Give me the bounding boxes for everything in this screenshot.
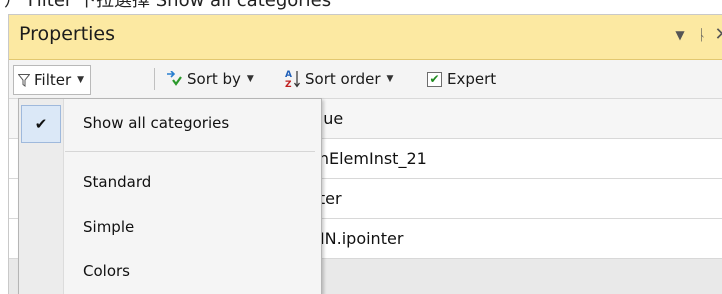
menu-item-label: Colors: [83, 262, 130, 280]
expert-checkbox[interactable]: ✔: [427, 71, 442, 87]
expert-label: Expert: [447, 70, 497, 88]
chevron-down-icon: ▼: [77, 75, 85, 85]
panel-titlebar: Properties ▼ ᚿ ✕: [9, 15, 722, 60]
close-icon[interactable]: ✕: [713, 25, 722, 45]
property-value: enElemInst_21: [309, 149, 427, 168]
menu-item-standard[interactable]: Standard: [19, 162, 321, 202]
filter-dropdown-menu: ✔ Show all categories Standard Simple Co…: [18, 98, 322, 294]
svg-text:A: A: [285, 70, 292, 80]
menu-divider: [65, 151, 315, 152]
filter-label: Filter: [34, 71, 72, 89]
pin-icon[interactable]: ᚿ: [693, 25, 711, 45]
filter-icon: [18, 73, 30, 87]
menu-item-label: Show all categories: [83, 114, 230, 132]
panel-menu-dropdown-icon[interactable]: ▼: [671, 25, 689, 45]
menu-item-label: Standard: [83, 173, 152, 191]
toolbar-separator: [154, 68, 155, 90]
property-value: AIN.ipointer: [309, 229, 404, 248]
sort-order-az-icon: A Z: [285, 70, 300, 89]
chevron-down-icon: ▼: [386, 74, 394, 84]
menu-item-simple[interactable]: Simple: [19, 207, 321, 247]
panel-title: Properties: [19, 23, 116, 45]
sort-by-button[interactable]: Sort by ▼: [165, 66, 254, 92]
caption-text: ） Filter 下拉選擇 Show all categories: [4, 0, 332, 11]
sort-order-button[interactable]: A Z Sort order ▼: [285, 66, 393, 92]
svg-text:Z: Z: [285, 80, 292, 89]
chevron-down-icon: ▼: [246, 74, 254, 84]
properties-toolbar: Filter ▼ Sort by ▼ A Z Sort order ▼ ✔ Ex…: [9, 60, 722, 99]
sort-by-icon: [167, 71, 182, 86]
sort-order-label: Sort order: [305, 70, 381, 88]
expert-toggle[interactable]: ✔ Expert: [427, 66, 496, 92]
menu-item-label: Simple: [83, 218, 135, 236]
filter-button[interactable]: Filter ▼: [13, 65, 92, 95]
sort-by-label: Sort by: [187, 70, 241, 88]
checkmark-icon: ✔: [21, 105, 61, 143]
menu-item-show-all-categories[interactable]: ✔ Show all categories: [19, 103, 321, 143]
menu-item-colors[interactable]: Colors: [19, 251, 321, 291]
